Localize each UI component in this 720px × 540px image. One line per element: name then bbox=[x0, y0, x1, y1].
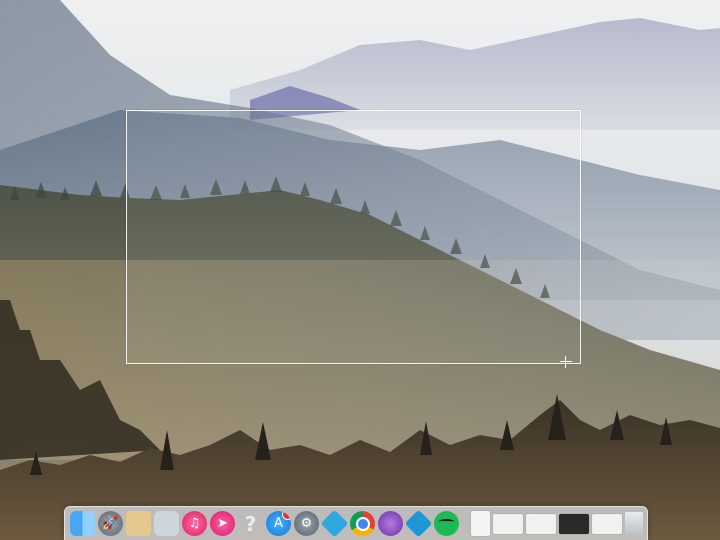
finder-icon[interactable] bbox=[70, 511, 95, 536]
window-thumbnail-icon-2[interactable] bbox=[526, 513, 556, 534]
dock: 🚀 ♫ ➤ ? A ⚙ bbox=[64, 506, 648, 540]
chrome-icon[interactable] bbox=[350, 511, 375, 536]
trash-icon[interactable] bbox=[625, 511, 643, 536]
crosshair-cursor bbox=[560, 356, 582, 374]
rocket-icon[interactable]: 🚀 bbox=[98, 511, 123, 536]
question-icon[interactable]: ? bbox=[238, 511, 263, 536]
app-store-glyph: A bbox=[274, 516, 283, 531]
notification-badge bbox=[282, 511, 291, 520]
music-note-icon[interactable]: ♫ bbox=[182, 511, 207, 536]
screenshot-selection-rectangle[interactable] bbox=[126, 110, 581, 364]
window-thumbnail-icon-1[interactable] bbox=[493, 513, 523, 534]
diamond-icon-2[interactable] bbox=[404, 509, 433, 538]
notes-icon[interactable] bbox=[126, 511, 151, 536]
window-thumbnail-icon-3[interactable] bbox=[559, 513, 589, 534]
spotify-icon[interactable] bbox=[434, 511, 459, 536]
arrow-icon[interactable]: ➤ bbox=[210, 511, 235, 536]
spiral-icon[interactable] bbox=[378, 511, 403, 536]
document-icon[interactable] bbox=[471, 511, 490, 536]
photos-icon[interactable] bbox=[154, 511, 179, 536]
app-store-icon[interactable]: A bbox=[266, 511, 291, 536]
window-thumbnail-icon-4[interactable] bbox=[592, 513, 622, 534]
crosshair-icon bbox=[560, 356, 572, 368]
gear-icon[interactable]: ⚙ bbox=[294, 511, 319, 536]
diamond-icon[interactable] bbox=[320, 509, 349, 538]
